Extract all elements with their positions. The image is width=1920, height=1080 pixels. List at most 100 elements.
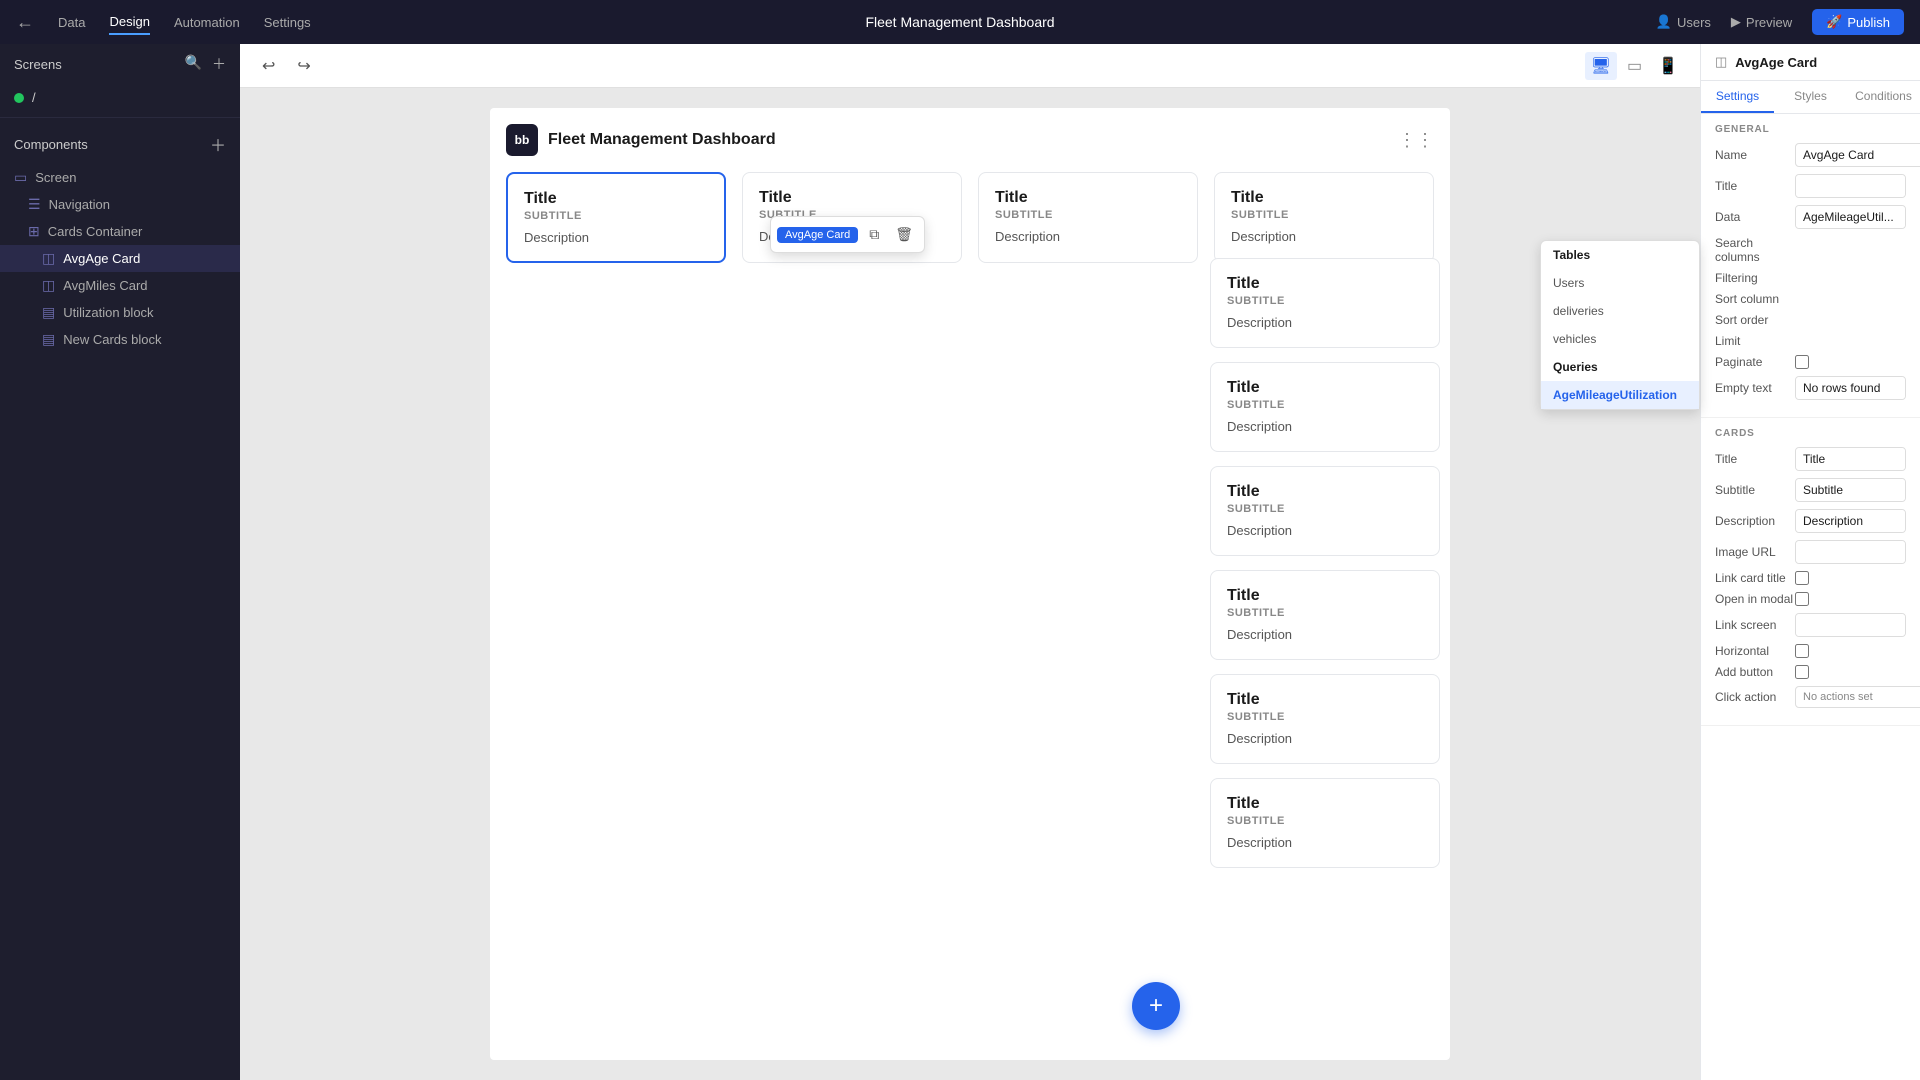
queries-header: Queries [1541, 353, 1699, 381]
avgmiles-card-icon: ◫ [42, 277, 55, 294]
search-columns-label: Search columns [1715, 236, 1795, 264]
open-in-modal-checkbox[interactable] [1795, 592, 1809, 606]
right-card-3[interactable]: Title SUBTITLE Description [1210, 466, 1440, 556]
image-url-row: Image URL ⚡ [1715, 540, 1906, 564]
cards-container-icon: ⊞ [28, 223, 40, 240]
component-navigation[interactable]: ☰ Navigation [0, 191, 240, 218]
card-subtitle-input[interactable] [1796, 479, 1906, 501]
general-section: GENERAL Name Title ⚡ Data ▾ ⚙ [1701, 114, 1920, 418]
nav-settings[interactable]: Settings [264, 11, 311, 34]
card-subtitle-row: Subtitle ⚡ [1715, 478, 1906, 502]
card-3[interactable]: Title SUBTITLE Description [978, 172, 1198, 263]
add-screen-icon[interactable]: ＋ [212, 54, 226, 74]
title-input[interactable] [1796, 175, 1906, 197]
rc1-desc: Description [1227, 315, 1423, 330]
frame-header: bb Fleet Management Dashboard ⋮⋮ [506, 124, 1434, 156]
search-columns-row: Search columns [1715, 236, 1906, 264]
component-label: Cards Container [48, 224, 143, 239]
title-label: Title [1715, 179, 1795, 193]
rc5-subtitle: SUBTITLE [1227, 711, 1423, 723]
horizontal-checkbox[interactable] [1795, 644, 1809, 658]
limit-label: Limit [1715, 334, 1795, 348]
frame-options-icon[interactable]: ⋮⋮ [1398, 130, 1434, 151]
component-label: AvgAge Card [63, 251, 140, 266]
sort-order-label: Sort order [1715, 313, 1795, 327]
name-input[interactable] [1795, 143, 1920, 167]
view-buttons: 🖥 ▭ 📱 [1585, 52, 1684, 80]
empty-text-input[interactable] [1796, 377, 1906, 399]
dropdown-item-agemileageutilization[interactable]: AgeMileageUtilization [1541, 381, 1699, 409]
empty-text-row: Empty text ⚡ [1715, 376, 1906, 400]
click-action-input[interactable] [1795, 686, 1920, 708]
back-button[interactable]: ← [16, 12, 34, 33]
panel-header-icon: ◫ [1715, 54, 1727, 70]
right-card-4[interactable]: Title SUBTITLE Description [1210, 570, 1440, 660]
tab-settings[interactable]: Settings [1701, 81, 1774, 113]
click-action-row: Click action [1715, 686, 1906, 708]
nav-automation[interactable]: Automation [174, 11, 240, 34]
search-icon[interactable]: 🔍 [185, 54, 202, 74]
preview-action[interactable]: ▶ Preview [1731, 14, 1792, 30]
link-screen-label: Link screen [1715, 618, 1795, 632]
component-label: Screen [35, 170, 76, 185]
mobile-view-button[interactable]: 📱 [1652, 52, 1684, 80]
card-1[interactable]: Title SUBTITLE Description [506, 172, 726, 263]
desktop-view-button[interactable]: 🖥 [1585, 52, 1617, 80]
card-desc-input[interactable] [1796, 510, 1906, 532]
sort-order-row: Sort order [1715, 313, 1906, 327]
link-card-title-label: Link card title [1715, 571, 1795, 585]
data-input[interactable] [1796, 206, 1906, 228]
add-button-checkbox[interactable] [1795, 665, 1809, 679]
redo-button[interactable]: ↪ [291, 52, 316, 80]
card-1-title: Title [524, 190, 708, 208]
general-section-label: GENERAL [1715, 124, 1906, 135]
undo-button[interactable]: ↩ [256, 52, 281, 80]
right-panel: ◫ AvgAge Card Settings Styles Conditions… [1700, 44, 1920, 1080]
panel-header-title: AvgAge Card [1735, 55, 1817, 70]
add-button-row: Add button [1715, 665, 1906, 679]
right-card-5[interactable]: Title SUBTITLE Description [1210, 674, 1440, 764]
add-button-label: Add button [1715, 665, 1795, 679]
context-delete-button[interactable]: 🗑 [890, 223, 918, 246]
canvas-body[interactable]: AvgAge Card ⧉ 🗑 bb Fleet Management Dash… [240, 88, 1700, 1080]
link-screen-row: Link screen ⚡ ▾ [1715, 613, 1906, 637]
right-card-1[interactable]: Title SUBTITLE Description [1210, 258, 1440, 348]
right-card-6[interactable]: Title SUBTITLE Description [1210, 778, 1440, 868]
sort-column-label: Sort column [1715, 292, 1795, 306]
paginate-label: Paginate [1715, 355, 1795, 369]
canvas-frame: AvgAge Card ⧉ 🗑 bb Fleet Management Dash… [490, 108, 1450, 1060]
component-cards-container[interactable]: ⊞ Cards Container [0, 218, 240, 245]
card-title-input[interactable] [1796, 448, 1906, 470]
context-copy-button[interactable]: ⧉ [864, 223, 884, 246]
dropdown-item-users[interactable]: Users [1541, 269, 1699, 297]
component-avgage-card[interactable]: ◫ AvgAge Card [0, 245, 240, 272]
screen-dot [14, 93, 24, 103]
rc2-title: Title [1227, 379, 1423, 397]
card-1-subtitle: SUBTITLE [524, 210, 708, 222]
image-url-input[interactable] [1796, 541, 1906, 563]
right-card-2[interactable]: Title SUBTITLE Description [1210, 362, 1440, 452]
link-screen-input[interactable] [1796, 614, 1906, 636]
dropdown-item-vehicles[interactable]: vehicles [1541, 325, 1699, 353]
tab-styles[interactable]: Styles [1774, 81, 1847, 113]
component-screen[interactable]: ▭ Screen [0, 164, 240, 191]
link-card-title-checkbox[interactable] [1795, 571, 1809, 585]
right-panel-header: ◫ AvgAge Card [1701, 44, 1920, 81]
component-avgmiles-card[interactable]: ◫ AvgMiles Card [0, 272, 240, 299]
add-component-icon[interactable]: ＋ [210, 132, 226, 156]
component-utilization-block[interactable]: ▤ Utilization block [0, 299, 240, 326]
tablet-view-button[interactable]: ▭ [1621, 52, 1648, 80]
cards-section: CARDS Title ⚡ Subtitle ⚡ Description [1701, 418, 1920, 726]
card-4[interactable]: Title SUBTITLE Description [1214, 172, 1434, 263]
dropdown-item-deliveries[interactable]: deliveries [1541, 297, 1699, 325]
tab-conditions[interactable]: Conditions [1847, 81, 1920, 113]
publish-button[interactable]: 🚀 Publish [1812, 9, 1904, 35]
component-new-cards-block[interactable]: ▤ New Cards block [0, 326, 240, 353]
paginate-checkbox[interactable] [1795, 355, 1809, 369]
rc1-subtitle: SUBTITLE [1227, 295, 1423, 307]
screen-item-root[interactable]: / [0, 84, 240, 111]
users-action[interactable]: 👤 Users [1656, 14, 1711, 30]
nav-data[interactable]: Data [58, 11, 85, 34]
fab-button[interactable]: + [1132, 982, 1180, 1030]
nav-design[interactable]: Design [109, 10, 149, 35]
